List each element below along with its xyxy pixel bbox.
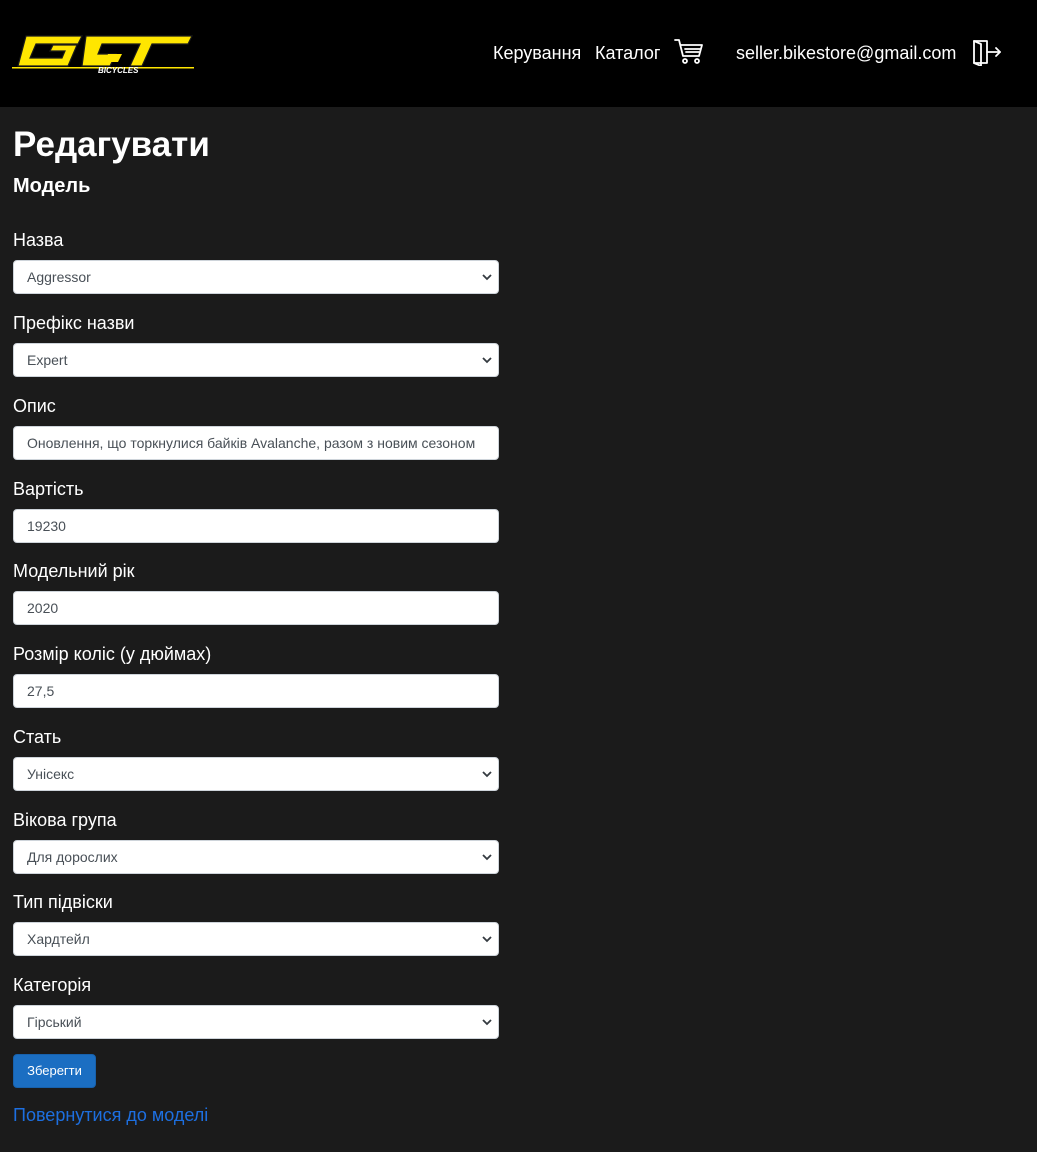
input-value: 27,5 (27, 683, 55, 699)
select-value: Для дорослих (27, 849, 118, 865)
field-label: Вікова група (13, 810, 117, 830)
page-title: Редагувати (13, 125, 210, 164)
brand-text: BICYCLES (98, 66, 139, 74)
field-label: Префікс назви (13, 313, 135, 333)
navbar: BICYCLES Керування Каталог seller.bikest… (0, 0, 1037, 107)
input-value: 2020 (27, 600, 59, 616)
age-group-select[interactable]: Для дорослих (13, 840, 499, 874)
input-value: Оновлення, що торкнулися байків Avalanch… (27, 435, 476, 451)
field-price: Вартість 19230 (13, 478, 499, 543)
price-input[interactable]: 19230 (13, 509, 499, 543)
description-input[interactable]: Оновлення, що торкнулися байків Avalanch… (13, 426, 499, 460)
chevron-down-icon (482, 357, 492, 364)
cart-icon[interactable] (674, 38, 704, 66)
category-select[interactable]: Гірський (13, 1005, 499, 1039)
field-name: Назва Aggressor (13, 229, 499, 294)
suspension-type-select[interactable]: Хардтейл (13, 922, 499, 956)
field-label: Опис (13, 396, 56, 416)
field-label: Модельний рік (13, 561, 135, 581)
field-label: Вартість (13, 479, 84, 499)
name-prefix-select[interactable]: Expert (13, 343, 499, 377)
field-label: Назва (13, 230, 64, 250)
input-value: 19230 (27, 518, 66, 534)
page-subtitle: Модель (13, 175, 91, 197)
field-suspension-type: Тип підвіски Хардтейл (13, 891, 499, 956)
select-value: Aggressor (27, 269, 91, 285)
field-category: Категорія Гірський (13, 974, 499, 1039)
chevron-down-icon (482, 274, 492, 281)
field-gender: Стать Унісекс (13, 726, 499, 791)
nav-manage-link[interactable]: Керування (493, 43, 581, 64)
gt-bicycles-logo[interactable]: BICYCLES (12, 32, 194, 74)
field-label: Розмір коліс (у дюймах) (13, 644, 212, 664)
name-select[interactable]: Aggressor (13, 260, 499, 294)
select-value: Гірський (27, 1014, 82, 1030)
select-value: Expert (27, 352, 68, 368)
save-button[interactable]: Зберегти (13, 1054, 96, 1088)
field-label: Категорія (13, 975, 92, 995)
wheel-size-input[interactable]: 27,5 (13, 674, 499, 708)
select-value: Унісекс (27, 766, 75, 782)
field-label: Стать (13, 727, 62, 747)
chevron-down-icon (482, 771, 492, 778)
chevron-down-icon (482, 936, 492, 943)
user-email[interactable]: seller.bikestore@gmail.com (736, 43, 956, 64)
chevron-down-icon (482, 854, 492, 861)
nav-catalog-link[interactable]: Каталог (595, 43, 660, 64)
field-model-year: Модельний рік 2020 (13, 560, 499, 625)
model-year-input[interactable]: 2020 (13, 591, 499, 625)
logout-icon[interactable] (971, 38, 1003, 66)
gender-select[interactable]: Унісекс (13, 757, 499, 791)
field-age-group: Вікова група Для дорослих (13, 809, 499, 874)
field-description: Опис Оновлення, що торкнулися байків Ava… (13, 395, 499, 460)
field-name-prefix: Префікс назви Expert (13, 312, 499, 377)
chevron-down-icon (482, 1019, 492, 1026)
field-label: Тип підвіски (13, 892, 113, 912)
back-to-model-link[interactable]: Повернутися до моделі (13, 1105, 208, 1126)
select-value: Хардтейл (27, 931, 90, 947)
field-wheel-size: Розмір коліс (у дюймах) 27,5 (13, 643, 499, 708)
